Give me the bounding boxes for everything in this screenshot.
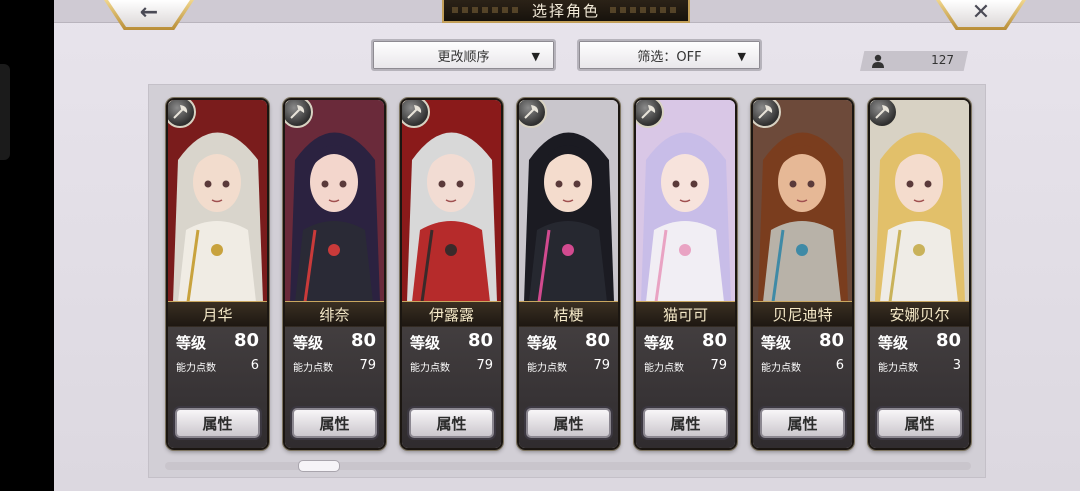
level-value: 80 bbox=[350, 330, 376, 351]
title-decoration-left bbox=[452, 7, 522, 13]
camera-notch bbox=[0, 64, 10, 160]
sort-order-label: 更改顺序 bbox=[437, 49, 490, 65]
character-portrait bbox=[285, 100, 384, 302]
character-card[interactable]: 绯奈 等级 80 能力点数 79 属性 bbox=[283, 98, 386, 450]
ability-points-label: 能力点数 bbox=[527, 363, 567, 374]
character-stats: 等级 80 能力点数 79 属性 bbox=[285, 326, 384, 448]
character-stats: 等级 80 能力点数 6 属性 bbox=[753, 326, 852, 448]
filter-label: 筛选：OFF bbox=[637, 49, 702, 65]
ability-points-label: 能力点数 bbox=[644, 363, 684, 374]
level-label: 等级 bbox=[878, 334, 909, 352]
attribute-button[interactable]: 属性 bbox=[175, 408, 260, 438]
close-icon: ✕ bbox=[971, 0, 991, 25]
ability-points-value: 6 bbox=[250, 358, 259, 373]
ability-points-label: 能力点数 bbox=[293, 363, 333, 374]
character-stats: 等级 80 能力点数 3 属性 bbox=[870, 326, 969, 448]
character-stats: 等级 80 能力点数 6 属性 bbox=[168, 326, 267, 448]
ability-points-value: 79 bbox=[476, 358, 493, 373]
character-stats: 等级 80 能力点数 79 属性 bbox=[402, 326, 501, 448]
character-name: 桔梗 bbox=[519, 301, 618, 327]
level-label: 等级 bbox=[176, 334, 207, 352]
close-button[interactable]: ✕ bbox=[936, 0, 1026, 30]
level-label: 等级 bbox=[527, 334, 558, 352]
level-value: 80 bbox=[701, 330, 727, 351]
attribute-button[interactable]: 属性 bbox=[409, 408, 494, 438]
page-title-bar: 选择角色 bbox=[442, 0, 690, 23]
character-card[interactable]: 伊露露 等级 80 能力点数 79 属性 bbox=[400, 98, 503, 450]
chevron-down-icon: ▼ bbox=[531, 50, 540, 63]
character-name: 猫可可 bbox=[636, 301, 735, 327]
horizontal-scrollbar-thumb[interactable] bbox=[298, 460, 340, 472]
character-portrait bbox=[636, 100, 735, 302]
ability-points-label: 能力点数 bbox=[410, 363, 450, 374]
ability-points-value: 79 bbox=[359, 358, 376, 373]
character-card[interactable]: 桔梗 等级 80 能力点数 79 属性 bbox=[517, 98, 620, 450]
character-portrait bbox=[870, 100, 969, 302]
chevron-down-icon: ▼ bbox=[737, 50, 746, 63]
ability-points-label: 能力点数 bbox=[176, 363, 216, 374]
character-card[interactable]: 猫可可 等级 80 能力点数 79 属性 bbox=[634, 98, 737, 450]
ability-points-value: 6 bbox=[835, 358, 844, 373]
character-name: 安娜贝尔 bbox=[870, 301, 969, 327]
attribute-button[interactable]: 属性 bbox=[292, 408, 377, 438]
ability-points-value: 3 bbox=[952, 358, 961, 373]
character-portrait bbox=[519, 100, 618, 302]
level-value: 80 bbox=[818, 330, 844, 351]
level-label: 等级 bbox=[644, 334, 675, 352]
filter-dropdown[interactable]: 筛选：OFF ▼ bbox=[577, 39, 762, 71]
character-name: 伊露露 bbox=[402, 301, 501, 327]
attribute-button[interactable]: 属性 bbox=[526, 408, 611, 438]
character-card[interactable]: 月华 等级 80 能力点数 6 属性 bbox=[166, 98, 269, 450]
attribute-button[interactable]: 属性 bbox=[877, 408, 962, 438]
back-arrow-icon: ← bbox=[139, 0, 159, 25]
character-card[interactable]: 贝尼迪特 等级 80 能力点数 6 属性 bbox=[751, 98, 854, 450]
page-title: 选择角色 bbox=[531, 2, 600, 20]
character-name: 绯奈 bbox=[285, 301, 384, 327]
level-label: 等级 bbox=[410, 334, 441, 352]
device-bezel bbox=[0, 0, 54, 491]
character-portrait bbox=[753, 100, 852, 302]
ability-points-label: 能力点数 bbox=[878, 363, 918, 374]
character-card[interactable]: 安娜贝尔 等级 80 能力点数 3 属性 bbox=[868, 98, 971, 450]
level-label: 等级 bbox=[761, 334, 792, 352]
level-value: 80 bbox=[935, 330, 961, 351]
character-name: 贝尼迪特 bbox=[753, 301, 852, 327]
attribute-button[interactable]: 属性 bbox=[643, 408, 728, 438]
level-value: 80 bbox=[584, 330, 610, 351]
back-button[interactable]: ← bbox=[104, 0, 194, 30]
character-portrait bbox=[402, 100, 501, 302]
character-name: 月华 bbox=[168, 301, 267, 327]
user-icon bbox=[872, 54, 884, 68]
title-decoration-right bbox=[610, 7, 680, 13]
ability-points-value: 79 bbox=[710, 358, 727, 373]
attribute-button[interactable]: 属性 bbox=[760, 408, 845, 438]
character-portrait bbox=[168, 100, 267, 302]
level-label: 等级 bbox=[293, 334, 324, 352]
character-count: 127 bbox=[860, 51, 968, 71]
sort-order-dropdown[interactable]: 更改顺序 ▼ bbox=[371, 39, 556, 71]
ability-points-value: 79 bbox=[593, 358, 610, 373]
character-stats: 等级 80 能力点数 79 属性 bbox=[636, 326, 735, 448]
character-select-screen: ← 选择角色 ✕ 更改顺序 ▼ 筛选：OFF ▼ 127 月华 等级 80 能力… bbox=[54, 0, 1080, 491]
character-stats: 等级 80 能力点数 79 属性 bbox=[519, 326, 618, 448]
level-value: 80 bbox=[467, 330, 493, 351]
horizontal-scrollbar-track[interactable] bbox=[165, 462, 971, 470]
ability-points-label: 能力点数 bbox=[761, 363, 801, 374]
level-value: 80 bbox=[233, 330, 259, 351]
character-count-value: 127 bbox=[931, 53, 954, 67]
